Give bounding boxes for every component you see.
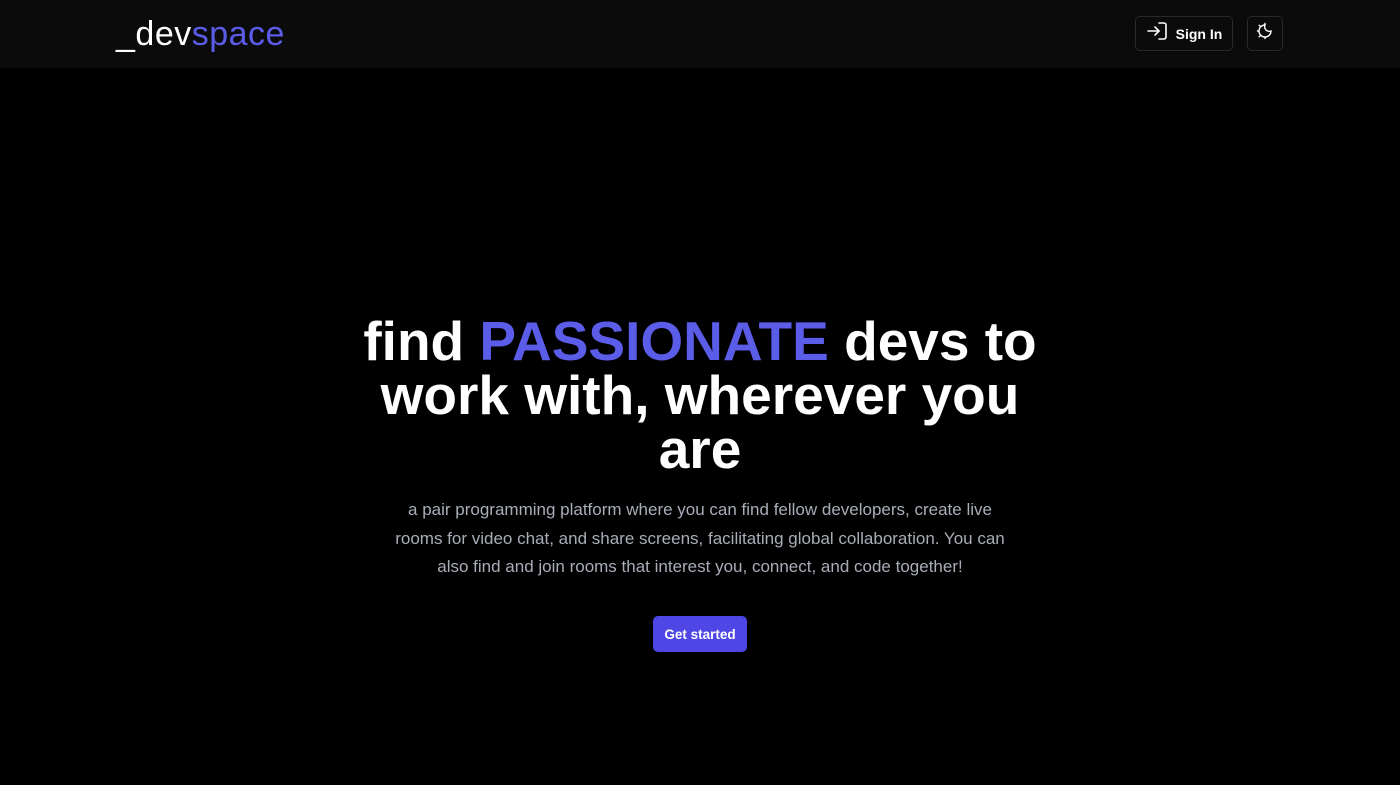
hero-title-accent: PASSIONATE [479,310,829,372]
top-nav-bar: _devspace Sign In [0,0,1400,68]
hero-title: find PASSIONATE devs to work with, where… [350,314,1050,477]
get-started-button[interactable]: Get started [653,616,747,652]
logo-prefix: _dev [116,15,192,53]
hero-subtitle: a pair programming platform where you ca… [395,500,1005,576]
logo-accent: space [191,15,285,53]
sign-in-icon [1146,21,1168,46]
moon-sun-icon [1256,22,1274,45]
hero-title-start: find [363,310,480,372]
sign-in-label: Sign In [1175,25,1223,42]
sign-in-button[interactable]: Sign In [1135,16,1233,51]
theme-toggle-button[interactable] [1247,16,1283,51]
logo[interactable]: _devspace [116,14,285,54]
